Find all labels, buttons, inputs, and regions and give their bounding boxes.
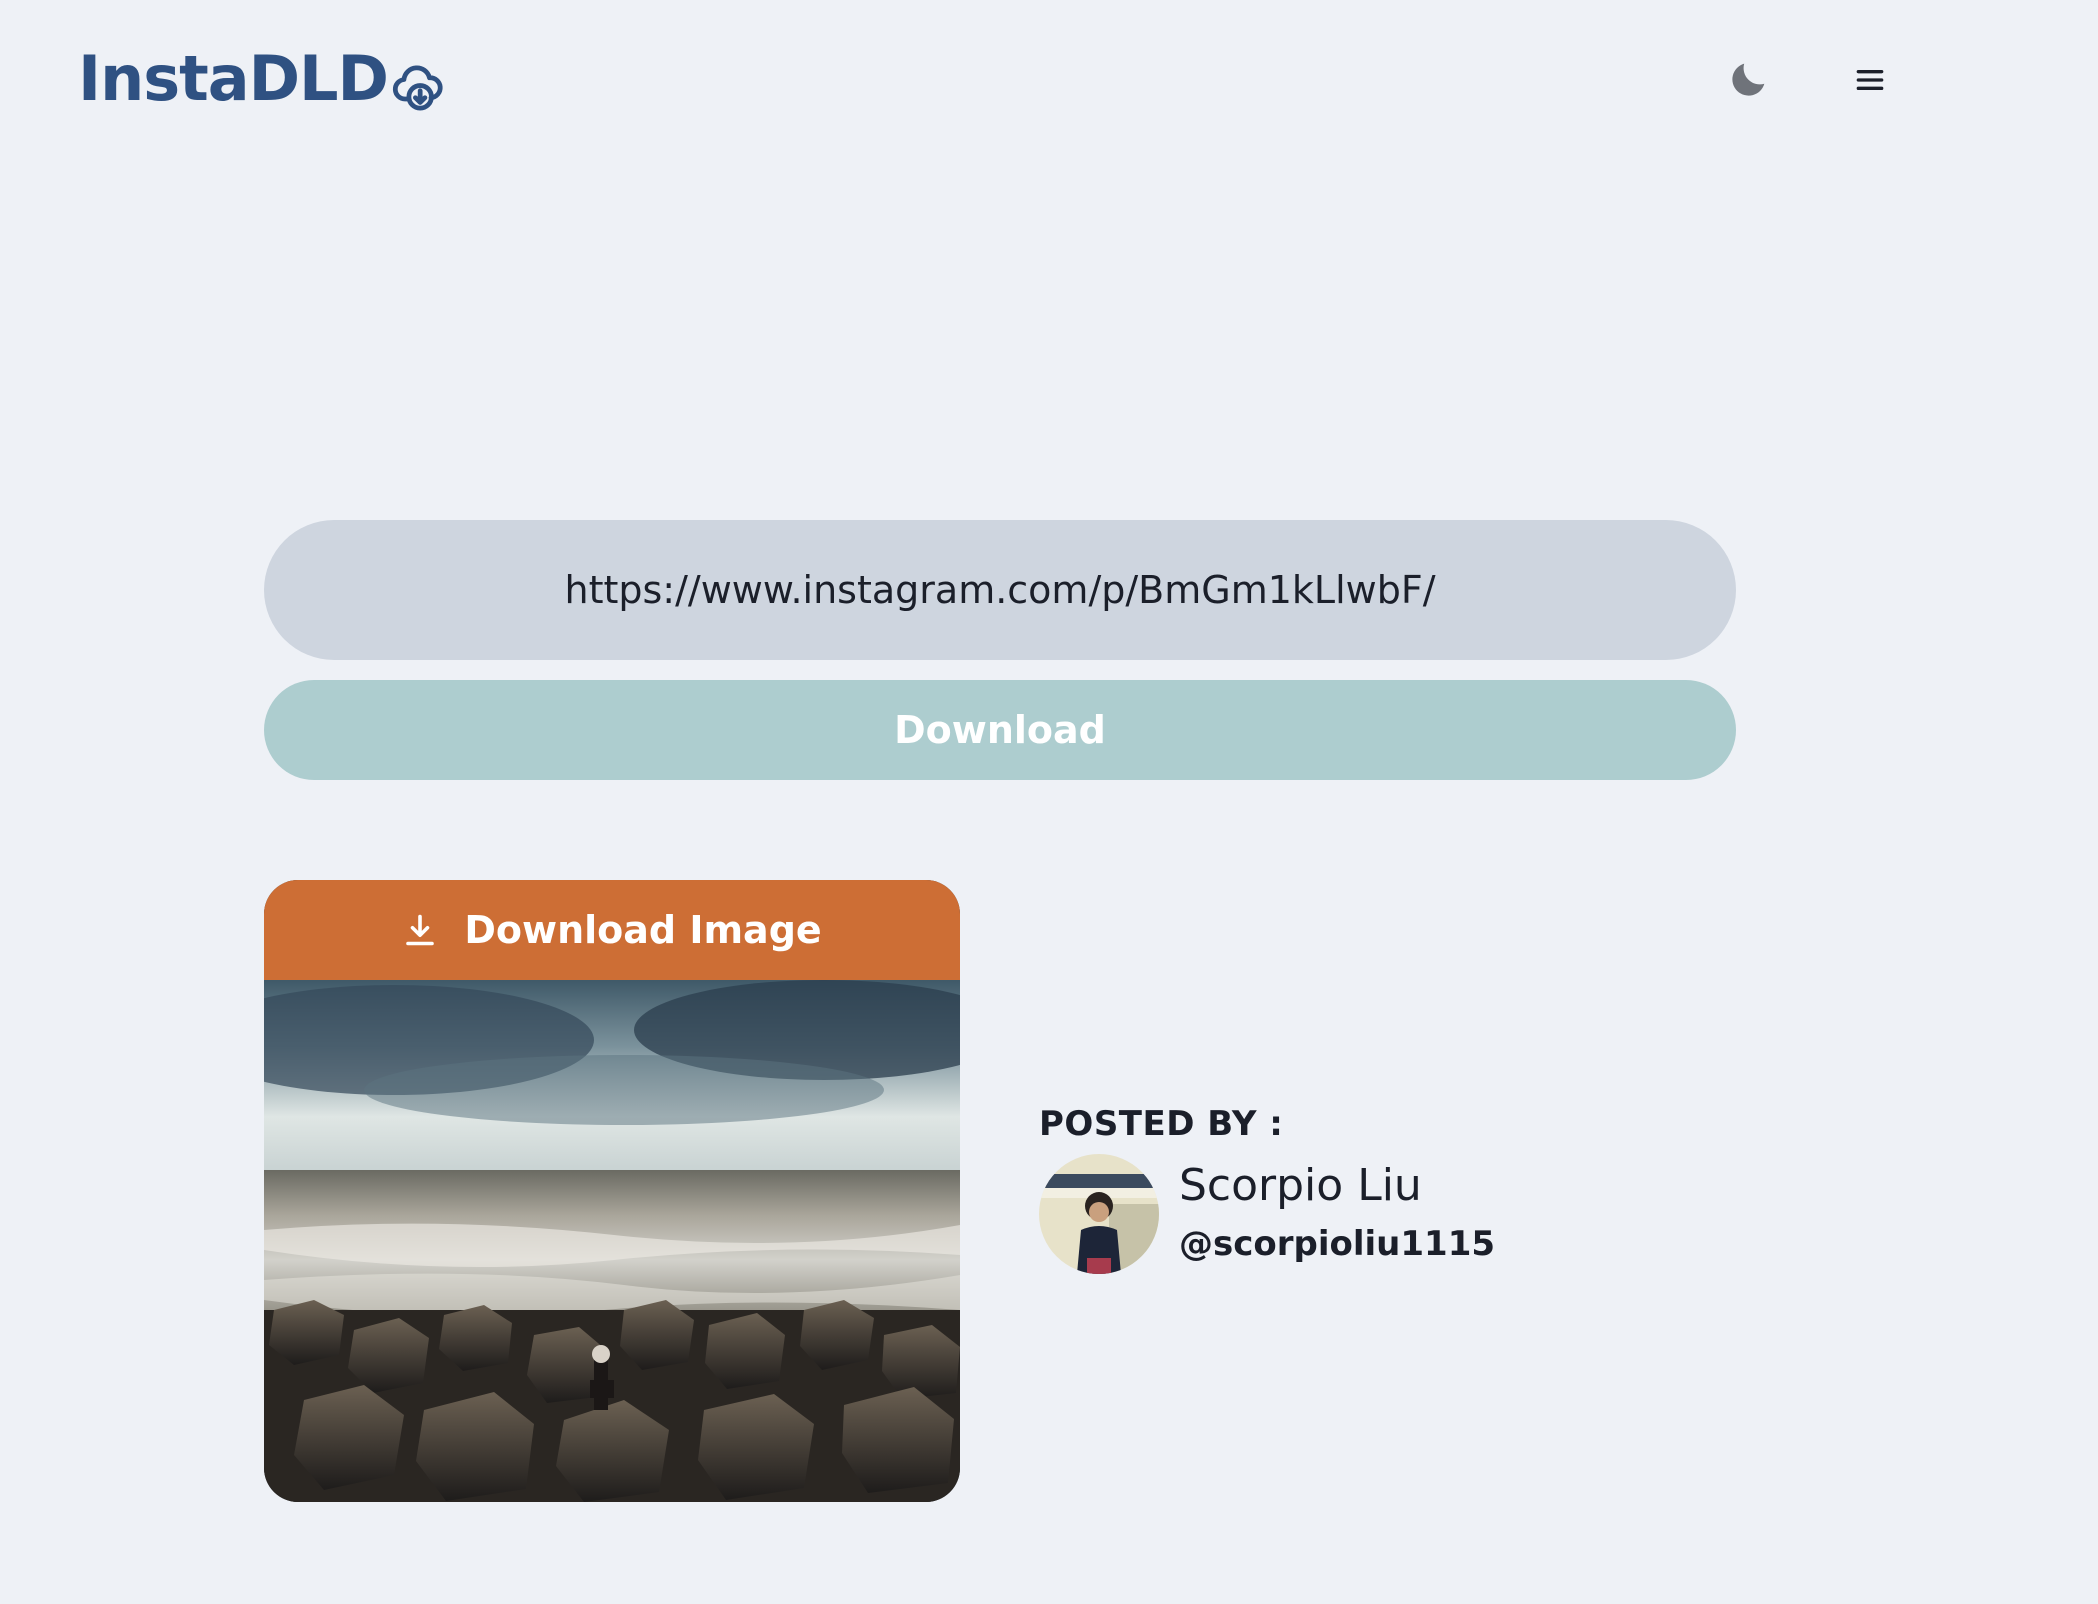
- download-arrow-icon: [406, 914, 435, 946]
- header: InstaDLD: [0, 0, 2098, 160]
- moon-icon[interactable]: [1726, 56, 1772, 102]
- download-image-label: Download Image: [464, 908, 822, 952]
- author-handle[interactable]: @scorpioliu1115: [1179, 1224, 1495, 1264]
- logo-text: InstaDLD: [78, 42, 389, 115]
- download-button[interactable]: Download: [264, 680, 1736, 780]
- logo[interactable]: InstaDLD: [78, 42, 444, 116]
- author-name: Scorpio Liu: [1179, 1160, 1422, 1211]
- posted-by-label: POSTED BY :: [1039, 1104, 1284, 1144]
- avatar: [1039, 1154, 1159, 1274]
- hamburger-menu-icon[interactable]: [1850, 60, 1890, 100]
- download-image-button[interactable]: Download Image: [264, 880, 960, 980]
- result-card: Download Image: [264, 880, 960, 1502]
- cloud-download-icon: [392, 65, 443, 111]
- url-input[interactable]: [264, 520, 1736, 660]
- post-image: [264, 980, 960, 1502]
